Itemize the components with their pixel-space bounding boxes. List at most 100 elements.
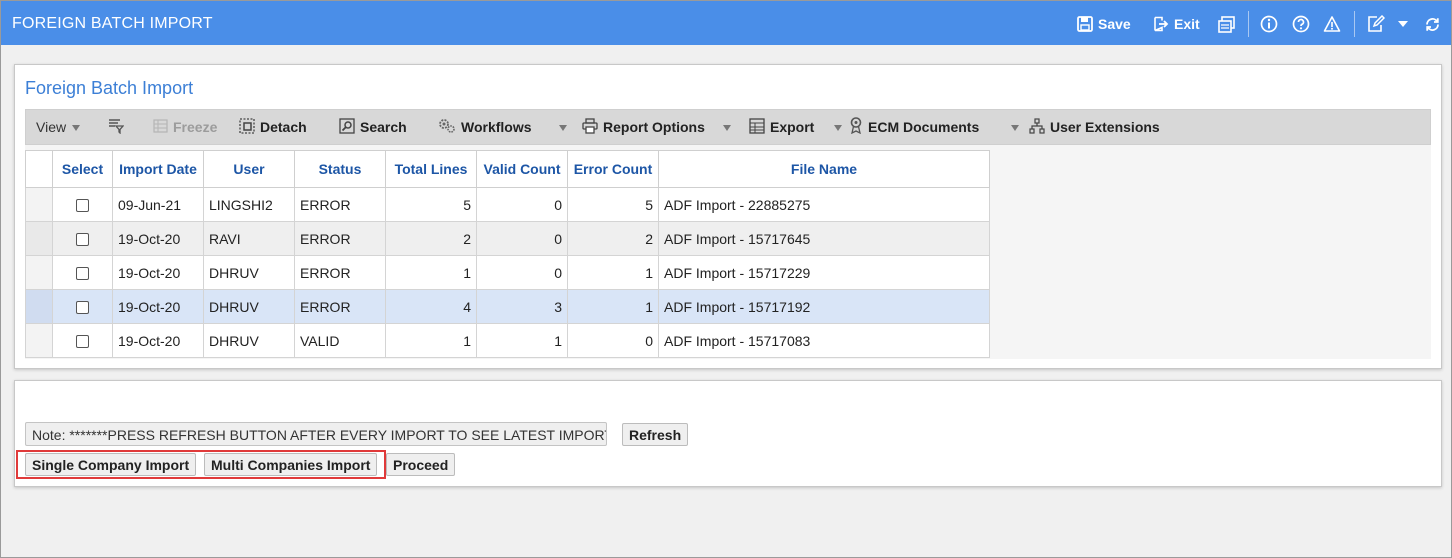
import-batches-table: Select Import Date User Status Total Lin… — [25, 150, 990, 358]
error-count-cell: 1 — [567, 255, 659, 290]
row-checkbox[interactable] — [76, 233, 89, 247]
file-name-cell: ADF Import - 15717229 — [658, 255, 990, 290]
file-name-cell: ADF Import - 15717192 — [658, 289, 990, 324]
user-cell: DHRUV — [203, 323, 295, 358]
detach-icon — [239, 117, 255, 137]
row-checkbox[interactable] — [76, 335, 89, 349]
row-checkbox[interactable] — [76, 267, 89, 281]
table-header-row: Select Import Date User Status Total Lin… — [25, 150, 990, 188]
panel-title: Foreign Batch Import — [25, 78, 194, 98]
grid-toolbar: View Freeze Detach Search Workflows Repo… — [25, 109, 1431, 145]
import-date-cell: 19-Oct-20 — [112, 221, 204, 256]
total-lines-cell: 1 — [385, 255, 477, 290]
warning-button[interactable] — [1323, 13, 1341, 35]
export-menu[interactable]: Export — [749, 110, 814, 144]
column-header-user[interactable]: User — [203, 150, 295, 188]
row-gutter[interactable] — [25, 255, 53, 290]
export-icon — [749, 117, 765, 137]
error-count-cell: 2 — [567, 221, 659, 256]
view-label: View — [36, 119, 67, 135]
row-checkbox[interactable] — [76, 301, 89, 315]
save-icon — [1077, 16, 1093, 32]
column-header-total-lines[interactable]: Total Lines — [385, 150, 477, 188]
grid-area: Select Import Date User Status Total Lin… — [25, 145, 1431, 359]
total-lines-cell: 4 — [385, 289, 477, 324]
single-company-import-button[interactable]: Single Company Import — [25, 453, 197, 476]
column-header-valid-count[interactable]: Valid Count — [476, 150, 568, 188]
edit-icon — [1367, 15, 1385, 33]
user-cell: DHRUV — [203, 289, 295, 324]
freeze-icon — [153, 118, 168, 136]
view-menu[interactable]: View — [36, 110, 66, 144]
valid-count-cell: 1 — [476, 323, 568, 358]
multi-companies-import-button[interactable]: Multi Companies Import — [204, 453, 378, 476]
column-header-status[interactable]: Status — [294, 150, 386, 188]
column-header-error-count[interactable]: Error Count — [567, 150, 659, 188]
select-cell[interactable] — [52, 255, 113, 290]
import-date-cell: 09-Jun-21 — [112, 187, 204, 222]
select-cell[interactable] — [52, 323, 113, 358]
ecm-documents-menu[interactable]: ECM Documents — [849, 110, 979, 144]
proceed-button[interactable]: Proceed — [386, 453, 456, 476]
column-header-select[interactable]: Select — [52, 150, 113, 188]
total-lines-cell: 5 — [385, 187, 477, 222]
exit-button[interactable]: Exit — [1153, 13, 1200, 35]
total-lines-cell: 1 — [385, 323, 477, 358]
table-row[interactable]: 19-Oct-20 DHRUV VALID 1 1 0 ADF Import -… — [25, 323, 990, 358]
toolbar-separator — [1354, 11, 1355, 37]
refresh-button[interactable]: Refresh — [622, 423, 689, 446]
column-header-file-name[interactable]: File Name — [658, 150, 990, 188]
search-label: Search — [360, 119, 407, 135]
select-cell[interactable] — [52, 221, 113, 256]
ecm-icon — [849, 117, 863, 137]
refresh-page-button[interactable] — [1424, 13, 1441, 35]
table-row[interactable]: 19-Oct-20 DHRUV ERROR 1 0 1 ADF Import -… — [25, 255, 990, 290]
save-button[interactable]: Save — [1077, 13, 1131, 35]
info-button[interactable] — [1260, 13, 1278, 35]
row-checkbox[interactable] — [76, 199, 89, 213]
foreign-batch-import-panel: Foreign Batch Import View Freeze Detach — [14, 64, 1442, 369]
row-gutter[interactable] — [25, 187, 53, 222]
user-cell: RAVI — [203, 221, 295, 256]
chevron-down-icon — [723, 125, 731, 131]
workflows-label: Workflows — [461, 119, 532, 135]
status-cell: ERROR — [294, 221, 386, 256]
status-cell: ERROR — [294, 289, 386, 324]
help-icon — [1292, 15, 1310, 33]
search-button[interactable]: Search — [339, 110, 407, 144]
row-gutter[interactable] — [25, 221, 53, 256]
freeze-button[interactable]: Freeze — [153, 110, 217, 144]
ecm-documents-label: ECM Documents — [868, 119, 980, 135]
search-icon — [339, 117, 355, 137]
detach-button[interactable]: Detach — [239, 110, 307, 144]
status-cell: ERROR — [294, 187, 386, 222]
toolbar-separator — [1248, 11, 1249, 37]
freeze-label: Freeze — [173, 119, 218, 135]
import-date-cell: 19-Oct-20 — [112, 255, 204, 290]
chevron-down-icon — [1011, 125, 1019, 131]
select-cell[interactable] — [52, 187, 113, 222]
help-button[interactable] — [1292, 13, 1310, 35]
row-gutter[interactable] — [25, 323, 53, 358]
edit-options-button[interactable] — [1367, 13, 1408, 35]
column-header-import-date[interactable]: Import Date — [112, 150, 204, 188]
row-gutter[interactable] — [25, 289, 53, 324]
info-icon — [1260, 15, 1278, 33]
status-cell: ERROR — [294, 255, 386, 290]
report-options-menu[interactable]: Report Options — [582, 110, 705, 144]
chevron-down-icon — [834, 125, 842, 131]
filter-button[interactable] — [108, 110, 125, 144]
select-cell[interactable] — [52, 289, 113, 324]
table-row[interactable]: 09-Jun-21 LINGSHI2 ERROR 5 0 5 ADF Impor… — [25, 187, 990, 222]
user-cell: LINGSHI2 — [203, 187, 295, 222]
error-count-cell: 0 — [567, 323, 659, 358]
table-row-selected[interactable]: 19-Oct-20 DHRUV ERROR 4 3 1 ADF Import -… — [25, 289, 990, 324]
windows-button[interactable] — [1218, 13, 1235, 35]
report-options-label: Report Options — [603, 119, 705, 135]
valid-count-cell: 0 — [476, 221, 568, 256]
import-date-cell: 19-Oct-20 — [112, 289, 204, 324]
workflows-menu[interactable]: Workflows — [438, 110, 532, 144]
user-extensions-button[interactable]: User Extensions — [1029, 110, 1160, 144]
table-row[interactable]: 19-Oct-20 RAVI ERROR 2 0 2 ADF Import - … — [25, 221, 990, 256]
row-gutter-header — [25, 150, 53, 188]
